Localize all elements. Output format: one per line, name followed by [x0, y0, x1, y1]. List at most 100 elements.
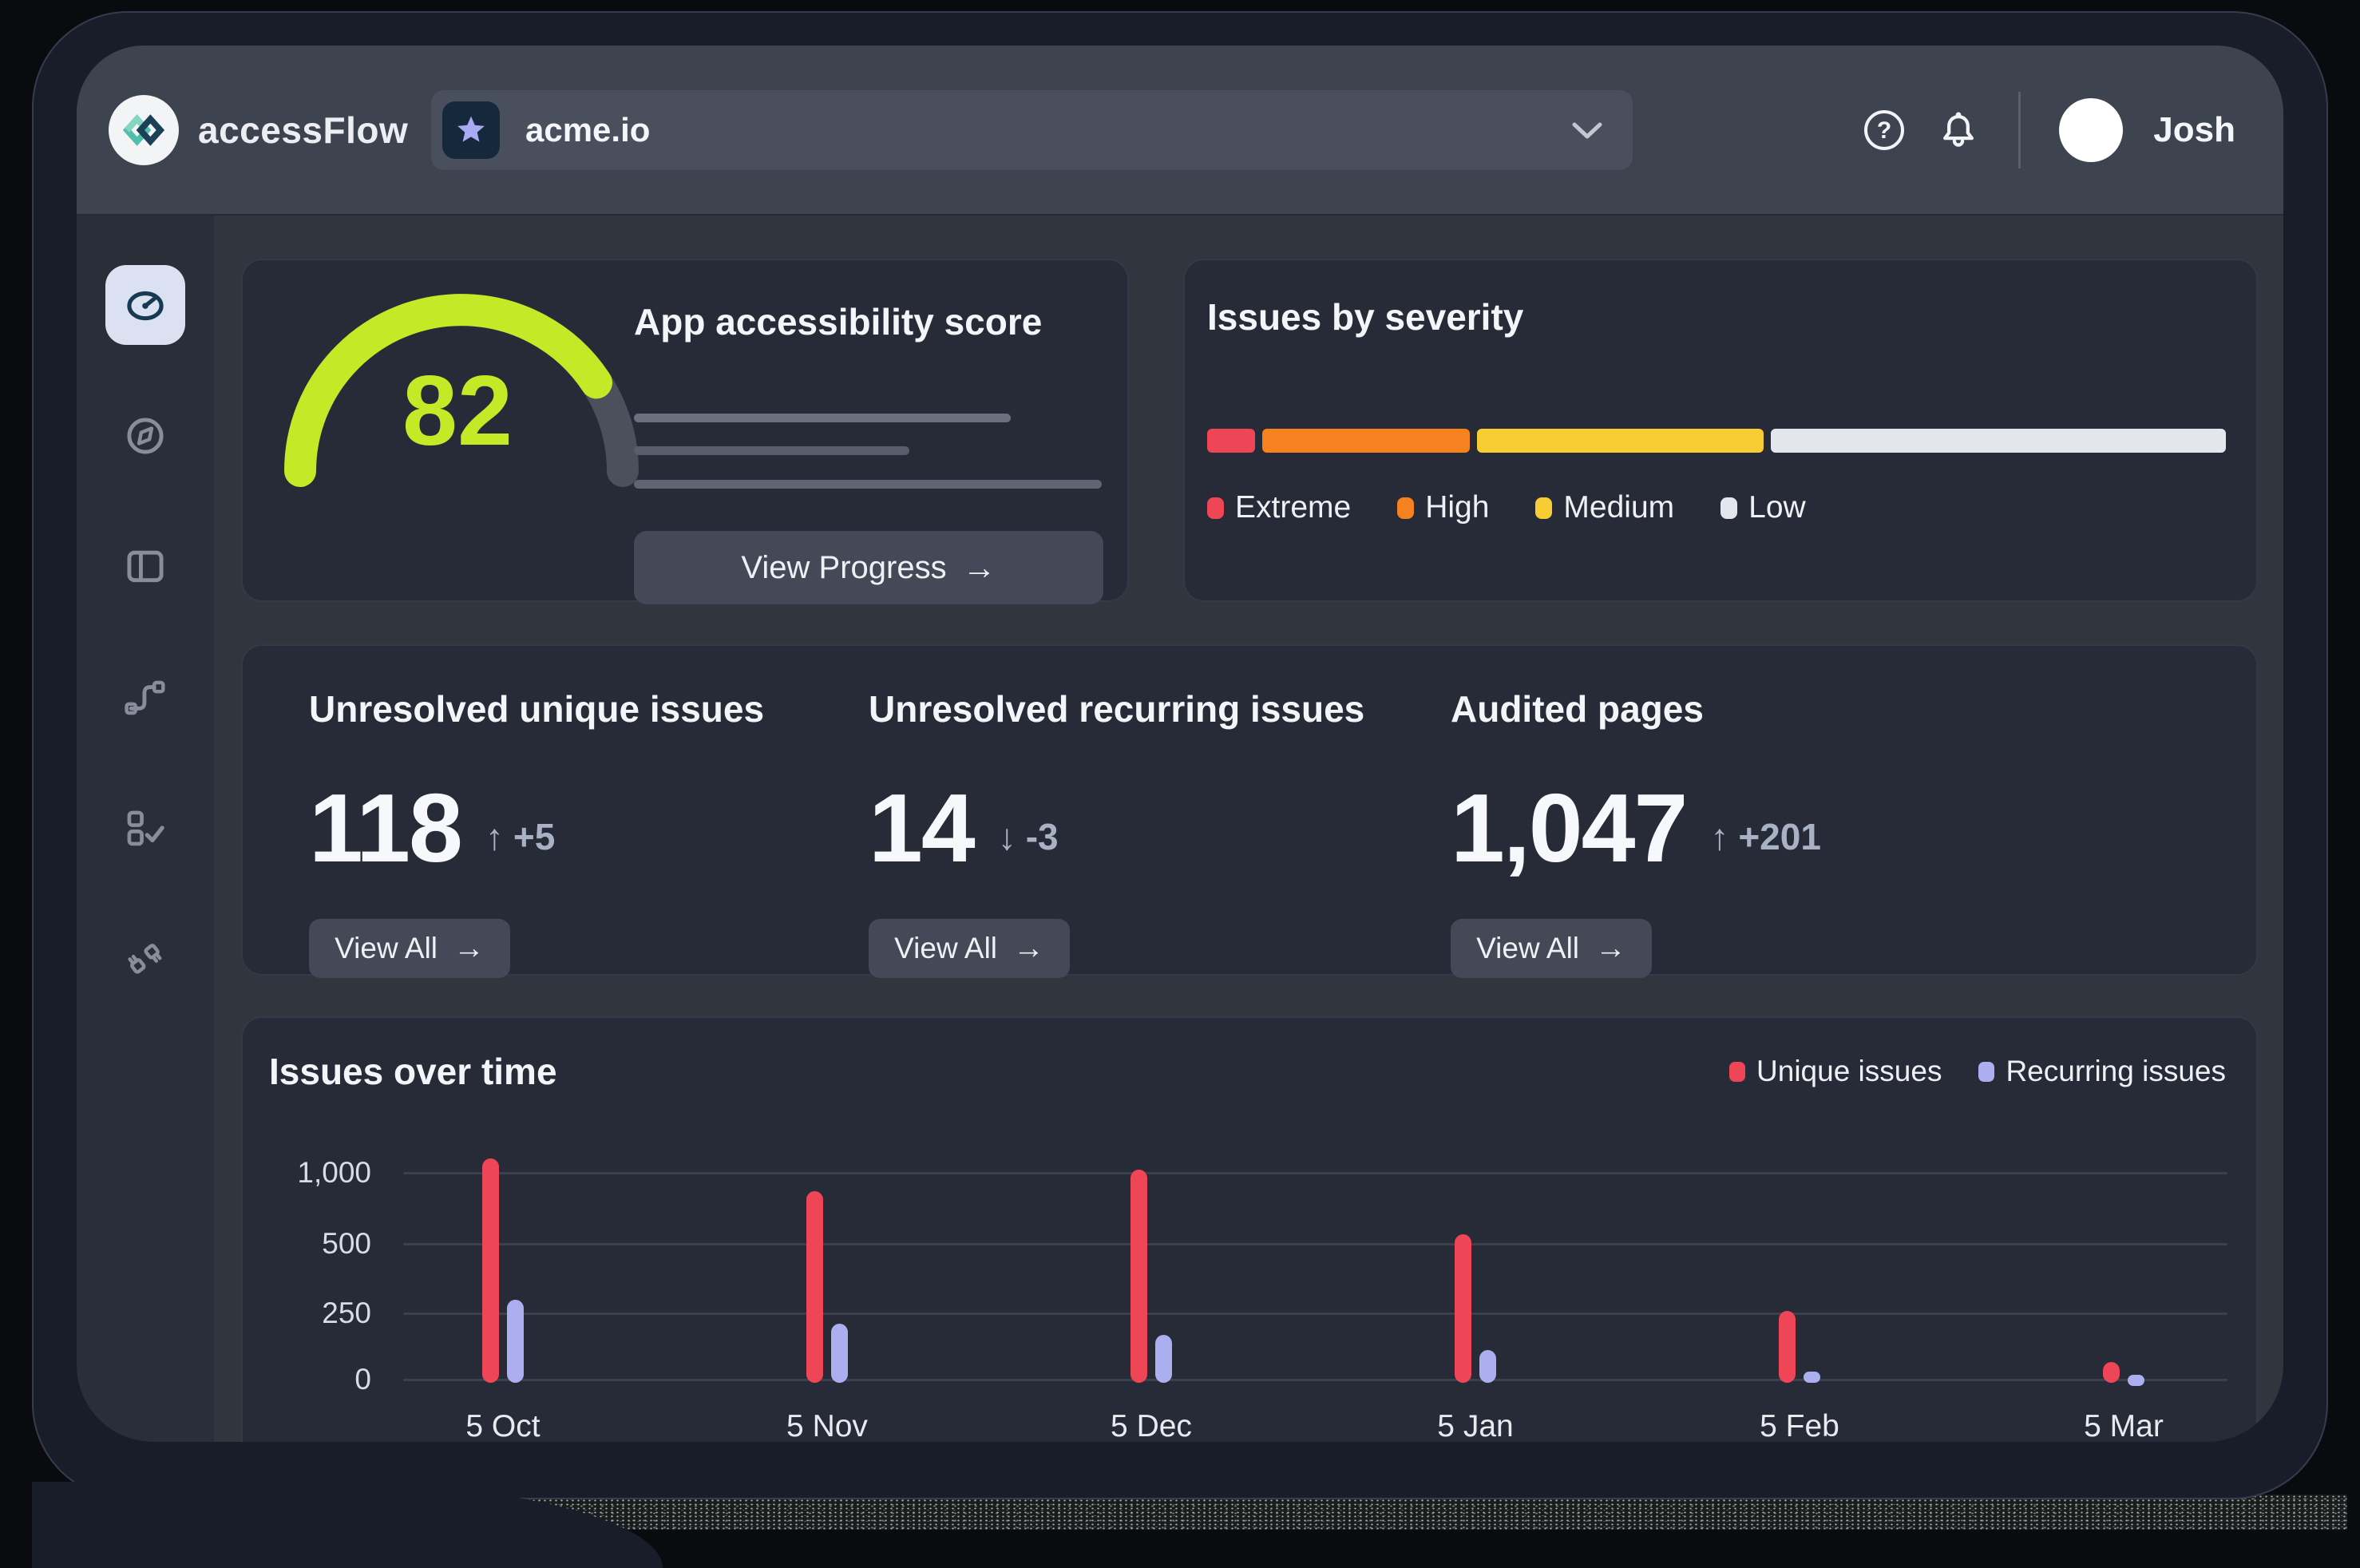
- recurring-issues-bar-5-Feb: [1804, 1372, 1820, 1383]
- flow-icon: [122, 675, 168, 721]
- severity-card-title: Issues by severity: [1207, 295, 2226, 339]
- view-all-label: View All: [894, 932, 997, 965]
- view-progress-label: View Progress: [741, 550, 946, 586]
- stat-row: 1,047↑+201: [1451, 772, 2256, 884]
- x-tick-label: 5 Dec: [1071, 1409, 1231, 1442]
- arrow-right-icon: →: [963, 548, 996, 587]
- y-tick-label: 250: [322, 1297, 371, 1330]
- legend-label: High: [1425, 490, 1489, 525]
- severity-legend-item: Medium: [1535, 490, 1674, 525]
- notifications-button[interactable]: [1937, 109, 1980, 152]
- view-all-button[interactable]: View All →: [869, 919, 1070, 978]
- x-tick-label: 5 Nov: [747, 1409, 907, 1442]
- help-button[interactable]: ?: [1862, 108, 1907, 152]
- stat-value: 118: [309, 772, 461, 884]
- stat-column-2: Audited pages1,047↑+201View All→: [1451, 687, 2256, 978]
- legend-label: Unique issues: [1756, 1055, 1942, 1088]
- legend-swatch: [1535, 497, 1552, 519]
- legend-swatch: [1721, 497, 1737, 519]
- sidebar-item-flows[interactable]: [105, 658, 185, 738]
- y-axis-labels: 1,0005002500: [269, 1173, 371, 1442]
- sidebar-item-integrations[interactable]: [105, 920, 185, 1000]
- legend-swatch: [1207, 497, 1224, 519]
- accessibility-score-card: 82 App accessibility score View Progress…: [241, 259, 1129, 602]
- sidebar: [77, 216, 214, 1442]
- y-tick-label: 0: [354, 1363, 371, 1396]
- view-progress-button[interactable]: View Progress →: [634, 531, 1103, 604]
- unique-issues-bar-5-Jan: [1455, 1234, 1471, 1383]
- recurring-issues-bar-5-Dec: [1155, 1335, 1172, 1383]
- stat-column-0: Unresolved unique issues 118 ↑+5 View All →: [309, 687, 869, 978]
- stat-delta: ↑+5: [485, 815, 555, 858]
- shadow-noise-band: [447, 1495, 2347, 1530]
- x-tick-label: 5 Jan: [1396, 1409, 1555, 1442]
- recurring-issues-bar-5-Oct: [507, 1300, 524, 1383]
- stat-delta: ↑+201: [1710, 815, 1821, 858]
- chart-title: Issues over time: [269, 1050, 557, 1093]
- layout-icon: [122, 544, 168, 590]
- severity-stacked-bar: [1207, 429, 2226, 453]
- plug-icon: [122, 936, 168, 983]
- main-content: 82 App accessibility score View Progress…: [214, 216, 2283, 1442]
- unique-issues-bar-5-Mar: [2103, 1362, 2120, 1383]
- legend-label: Extreme: [1235, 490, 1351, 525]
- view-all-button[interactable]: View All →: [1451, 919, 1652, 978]
- app-body: 82 App accessibility score View Progress…: [77, 216, 2283, 1442]
- recurring-issues-bar-5-Mar: [2128, 1375, 2144, 1386]
- unique-issues-bar-5-Nov: [806, 1191, 823, 1383]
- stat-row: 14↓-3: [869, 772, 1451, 884]
- chart-plot-zone: 1,0005002500 5 Oct5 Nov5 Dec5 Jan5 Feb5 …: [269, 1173, 2227, 1442]
- grid-check-icon: [122, 806, 168, 852]
- delta-direction-icon: ↑: [1710, 815, 1728, 858]
- arrow-right-icon: →: [453, 931, 485, 966]
- chart-legend-item: Unique issues: [1729, 1055, 1942, 1088]
- skeleton-line: [634, 414, 1011, 422]
- severity-legend: ExtremeHighMediumLow: [1207, 490, 1806, 525]
- arrow-right-icon: →: [1013, 931, 1044, 966]
- arrow-right-icon: →: [1595, 931, 1626, 966]
- sidebar-item-explore[interactable]: [105, 396, 185, 476]
- view-all-label: View All: [335, 932, 438, 965]
- score-gauge: 82: [270, 281, 645, 497]
- chevron-down-icon: [1572, 121, 1602, 145]
- delta-direction-icon: ↓: [998, 815, 1016, 858]
- project-selector[interactable]: acme.io: [431, 90, 1633, 170]
- legend-swatch: [1729, 1062, 1745, 1082]
- project-favicon-tile: [442, 101, 500, 159]
- star-icon: [453, 113, 489, 148]
- chart-plot: 5 Oct5 Nov5 Dec5 Jan5 Feb5 Mar: [403, 1173, 2227, 1412]
- sidebar-item-pages[interactable]: [105, 527, 185, 607]
- top-bar: accessFlow acme.io ?: [77, 46, 2283, 216]
- top-bar-divider: [2018, 92, 2021, 168]
- stat-title: Unresolved unique issues: [309, 687, 869, 731]
- legend-label: Recurring issues: [2006, 1055, 2226, 1088]
- view-all-button[interactable]: View All →: [309, 919, 510, 978]
- issues-over-time-card: Issues over time Unique issues Recurring …: [241, 1016, 2258, 1442]
- brand-name: accessFlow: [198, 109, 408, 152]
- legend-swatch: [1397, 497, 1414, 519]
- delta-direction-icon: ↑: [485, 815, 504, 858]
- score-card-details: App accessibility score View Progress →: [634, 300, 1102, 343]
- unique-issues-bar-5-Dec: [1131, 1170, 1147, 1383]
- severity-segment-medium: [1477, 429, 1764, 453]
- project-name: acme.io: [525, 111, 650, 149]
- issues-by-severity-card: Issues by severity ExtremeHighMediumLow: [1183, 259, 2258, 602]
- score-value: 82: [270, 354, 645, 468]
- accessflow-logo-icon: [120, 106, 168, 154]
- brand-logo: [109, 95, 179, 165]
- speedometer-icon: [122, 282, 168, 328]
- chart-legend: Unique issues Recurring issues: [1729, 1055, 2226, 1088]
- svg-text:?: ?: [1877, 117, 1891, 144]
- severity-segment-low: [1771, 429, 2226, 453]
- sidebar-item-checks[interactable]: [105, 789, 185, 869]
- y-tick-label: 500: [322, 1227, 371, 1261]
- legend-swatch: [1978, 1062, 1994, 1082]
- view-all-label: View All: [1476, 932, 1579, 965]
- skeleton-line: [634, 446, 909, 455]
- avatar[interactable]: [2059, 98, 2123, 162]
- delta-value: -3: [1026, 815, 1059, 858]
- delta-value: +201: [1738, 815, 1821, 858]
- sidebar-item-dashboard[interactable]: [105, 265, 185, 345]
- stats-card: Unresolved unique issues118↑+5View All→U…: [241, 644, 2258, 976]
- gridline: [403, 1313, 2227, 1315]
